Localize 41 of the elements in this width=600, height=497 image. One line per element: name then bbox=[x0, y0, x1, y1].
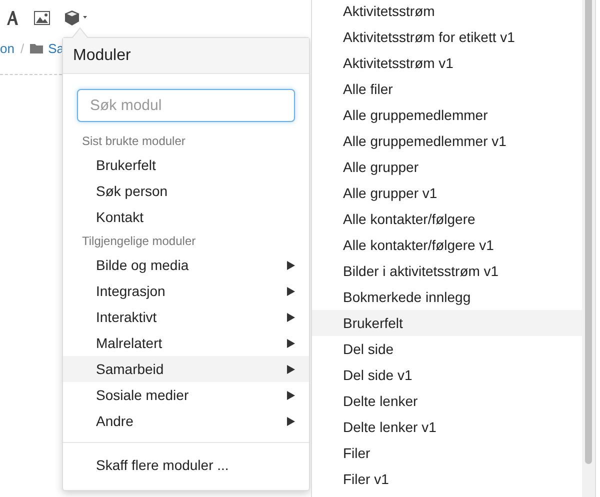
menu-item[interactable]: Integrasjon bbox=[63, 278, 309, 304]
submenu-item[interactable]: Del side v1 bbox=[312, 362, 582, 388]
section-heading: Tilgjengelige moduler bbox=[81, 233, 197, 250]
image-icon[interactable] bbox=[34, 11, 50, 25]
submenu-item[interactable]: Bokmerkede innlegg bbox=[312, 284, 582, 310]
scrollbar[interactable] bbox=[582, 0, 595, 497]
cube-icon[interactable] bbox=[64, 10, 88, 26]
menu-item[interactable]: Interaktivt bbox=[63, 304, 309, 330]
submenu-item[interactable]: Del side bbox=[312, 336, 582, 362]
submenu-item[interactable]: Filer v1 bbox=[312, 466, 582, 492]
section-heading: Sist brukte moduler bbox=[81, 133, 186, 150]
menu-title: Moduler bbox=[63, 38, 309, 74]
search-field[interactable]: Søk modul bbox=[77, 89, 295, 122]
folder-icon bbox=[30, 42, 44, 54]
breadcrumb-link[interactable]: on bbox=[0, 40, 14, 56]
submenu-item[interactable]: Alle grupper bbox=[312, 154, 582, 180]
menu-item[interactable]: Andre bbox=[63, 408, 309, 434]
submenu-item[interactable]: Aktivitetsstrøm bbox=[312, 0, 582, 24]
more-modules-link[interactable]: Skaff flere moduler ... bbox=[63, 452, 309, 478]
submenu-item[interactable]: Alle gruppemedlemmer bbox=[312, 102, 582, 128]
submenu-item[interactable]: Aktivitetsstrøm v1 bbox=[312, 50, 582, 76]
menu-item[interactable]: Brukerfelt bbox=[63, 152, 309, 178]
menu-item[interactable]: Bilde og media bbox=[63, 252, 309, 278]
submenu-item[interactable]: Filer bbox=[312, 440, 582, 466]
submenu-item[interactable]: Brukerfelt bbox=[312, 310, 582, 336]
menu-item[interactable]: Kontakt bbox=[63, 204, 309, 230]
font-icon[interactable] bbox=[6, 10, 20, 26]
menu-item[interactable]: Samarbeid bbox=[63, 356, 309, 382]
breadcrumb-separator: / bbox=[20, 40, 24, 56]
submenu-item[interactable]: Delte lenker bbox=[312, 388, 582, 414]
menu-item[interactable]: Søk person bbox=[63, 178, 309, 204]
submenu-item[interactable]: Alle kontakter/følgere bbox=[312, 206, 582, 232]
menu-item[interactable]: Malrelatert bbox=[63, 330, 309, 356]
submenu-item[interactable]: Bilder i aktivitetsstrøm v1 bbox=[312, 258, 582, 284]
submenu-item[interactable]: Alle filer bbox=[312, 76, 582, 102]
menu-item[interactable]: Sosiale medier bbox=[63, 382, 309, 408]
submenu-item[interactable]: Aktivitetsstrøm for etikett v1 bbox=[312, 24, 582, 50]
submenu-item[interactable]: Alle kontakter/følgere v1 bbox=[312, 232, 582, 258]
submenu-item[interactable]: Alle gruppemedlemmer v1 bbox=[312, 128, 582, 154]
submenu-item[interactable]: Alle grupper v1 bbox=[312, 180, 582, 206]
submenu-item[interactable]: Delte lenker v1 bbox=[312, 414, 582, 440]
